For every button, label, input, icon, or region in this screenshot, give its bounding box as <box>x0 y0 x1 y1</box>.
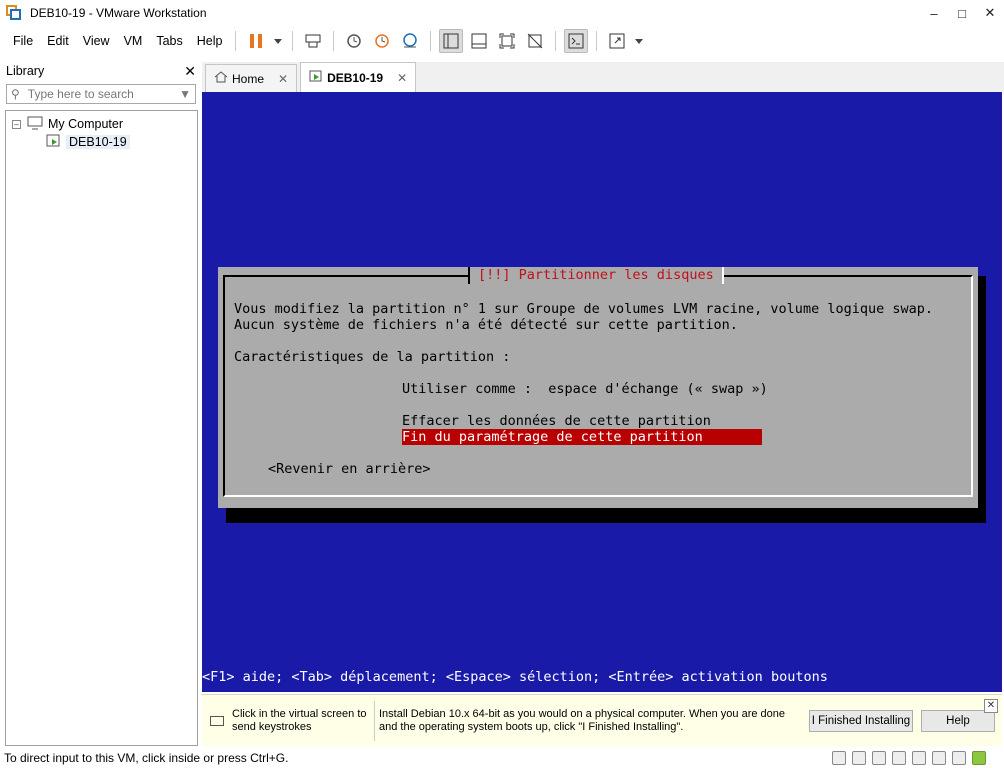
search-icon: ⚲ <box>11 87 20 101</box>
full-screen-icon[interactable] <box>495 29 519 53</box>
maximize-icon[interactable]: □ <box>948 0 976 26</box>
close-library-icon[interactable]: ✕ <box>184 63 196 80</box>
window-title: DEB10-19 - VMware Workstation <box>30 6 207 20</box>
dialog-text-line2: Aucun système de fichiers n'a été détect… <box>234 317 738 333</box>
search-input[interactable]: Type here to search <box>28 87 179 101</box>
click-hint: Click in the virtual screen to send keys… <box>232 707 367 733</box>
pause-icon[interactable] <box>244 29 268 53</box>
menu-view[interactable]: View <box>76 26 117 56</box>
close-notification-icon[interactable]: ✕ <box>984 699 998 713</box>
dialog-text-line3: Caractéristiques de la partition : <box>234 349 511 365</box>
cd-drive-icon[interactable] <box>852 751 866 765</box>
library-tree: – My Computer DEB10-19 <box>5 110 198 746</box>
option-finish[interactable]: Fin du paramétrage de cette partition <box>402 429 762 445</box>
status-text: To direct input to this VM, click inside… <box>4 751 289 765</box>
vm-console[interactable]: [!!] Partitionner les disques Vous modif… <box>202 92 1002 692</box>
vmware-logo-icon <box>6 5 22 21</box>
menu-vm[interactable]: VM <box>117 26 150 56</box>
home-icon <box>214 71 228 86</box>
status-bar: To direct input to this VM, click inside… <box>0 748 1004 768</box>
option-erase[interactable]: Effacer les données de cette partition <box>402 413 711 429</box>
display-icon[interactable] <box>952 751 966 765</box>
message-log-icon[interactable] <box>972 751 986 765</box>
computer-icon <box>27 116 43 133</box>
dialog-text-line1: Vous modifiez la partition n° 1 sur Grou… <box>234 301 933 317</box>
vm-running-icon <box>46 134 62 151</box>
close-icon[interactable]: ✕ <box>976 0 1004 26</box>
menu-bar: File Edit View VM Tabs Help <box>0 26 1004 56</box>
tab-home[interactable]: Home ✕ <box>205 64 298 92</box>
menu-edit[interactable]: Edit <box>40 26 76 56</box>
library-title: Library <box>6 64 45 78</box>
tree-label-vm: DEB10-19 <box>66 135 130 149</box>
network-icon[interactable] <box>872 751 886 765</box>
tab-bar: Home ✕ DEB10-19 ✕ <box>202 62 1004 92</box>
close-tab-icon[interactable]: ✕ <box>278 72 288 86</box>
snapshot-manager-icon[interactable] <box>398 29 422 53</box>
snapshot-icon[interactable] <box>342 29 366 53</box>
tab-vm[interactable]: DEB10-19 ✕ <box>300 62 417 92</box>
power-dropdown-icon[interactable] <box>272 29 284 53</box>
console-view-icon[interactable] <box>564 29 589 53</box>
back-button[interactable]: <Revenir en arrière> <box>268 461 431 477</box>
option-use-as[interactable]: Utiliser comme : espace d'échange (« swa… <box>402 381 768 397</box>
library-panel: Library ✕ ⚲ Type here to search ▼ – My C… <box>0 58 202 748</box>
tree-item-vm[interactable]: DEB10-19 <box>46 133 191 151</box>
title-bar: DEB10-19 - VMware Workstation – □ ✕ <box>0 0 1004 26</box>
stretch-guest-icon[interactable] <box>605 29 629 53</box>
printer-icon[interactable] <box>932 751 946 765</box>
hard-disk-icon[interactable] <box>832 751 846 765</box>
thumbnail-bar-icon[interactable] <box>467 29 491 53</box>
install-hint: Install Debian 10.x 64-bit as you would … <box>379 707 786 733</box>
menu-tabs[interactable]: Tabs <box>149 26 189 56</box>
stretch-dropdown-icon[interactable] <box>633 29 645 53</box>
finished-installing-button[interactable]: I Finished Installing <box>809 709 913 732</box>
partition-dialog: [!!] Partitionner les disques Vous modif… <box>218 267 978 508</box>
close-tab-icon[interactable]: ✕ <box>397 71 407 85</box>
vm-running-icon <box>309 70 323 85</box>
unity-icon[interactable] <box>523 29 547 53</box>
tab-home-label: Home <box>232 71 265 86</box>
minimize-icon[interactable]: – <box>920 0 948 26</box>
dialog-title: [!!] Partitionner les disques <box>468 267 724 284</box>
revert-snapshot-icon[interactable] <box>370 29 394 53</box>
library-search[interactable]: ⚲ Type here to search ▼ <box>6 84 196 104</box>
menu-help[interactable]: Help <box>190 26 230 56</box>
menu-file[interactable]: File <box>6 26 40 56</box>
show-library-icon[interactable] <box>439 29 464 53</box>
tree-label-my-computer: My Computer <box>48 117 124 131</box>
collapse-icon[interactable]: – <box>12 119 21 129</box>
tab-vm-label: DEB10-19 <box>327 70 384 85</box>
tree-item-my-computer[interactable]: – My Computer <box>12 115 191 133</box>
keyboard-icon <box>210 715 224 726</box>
notification-bar: Click in the virtual screen to send keys… <box>202 694 1002 746</box>
send-ctrl-alt-del-icon[interactable] <box>301 29 325 53</box>
installer-help-bar: <F1> aide; <Tab> déplacement; <Espace> s… <box>202 669 828 685</box>
sound-icon[interactable] <box>912 751 926 765</box>
chevron-down-icon[interactable]: ▼ <box>179 87 191 101</box>
usb-icon[interactable] <box>892 751 906 765</box>
